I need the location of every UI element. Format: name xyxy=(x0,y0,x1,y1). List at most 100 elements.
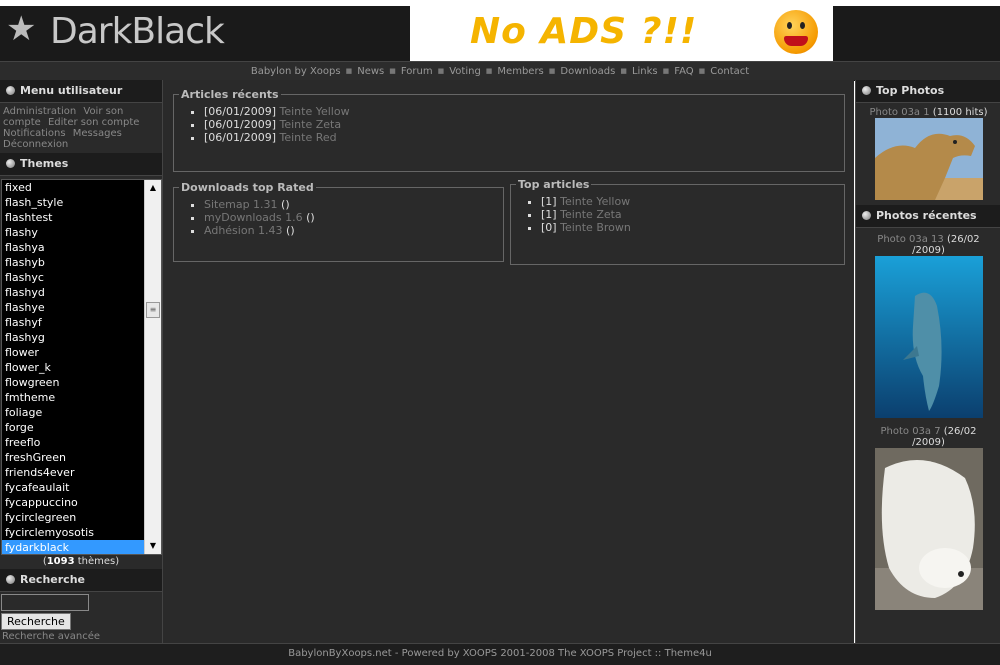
user-menu-link[interactable]: Déconnexion xyxy=(3,139,68,150)
theme-option[interactable]: fycappuccino xyxy=(2,495,145,510)
theme-option[interactable]: flashyd xyxy=(2,285,145,300)
site-logo[interactable]: ★ DarkBlack xyxy=(0,6,410,61)
bullet-icon xyxy=(6,159,15,168)
article-link[interactable]: Teinte Yellow xyxy=(279,105,349,118)
user-menu-link[interactable]: Messages xyxy=(73,128,122,139)
theme-option[interactable]: fmtheme xyxy=(2,390,145,405)
theme-option[interactable]: fycirclemyosotis xyxy=(2,525,145,540)
top-articles-box: Top articles [1] Teinte Yellow[1] Teinte… xyxy=(510,178,845,265)
recent-photo-2-caption[interactable]: Photo 03a 7 (26/02/2009) xyxy=(856,426,1000,448)
theme-option[interactable]: freeflo xyxy=(2,435,145,450)
nav-separator-icon: ■ xyxy=(698,67,706,75)
article-hit-count: [1] xyxy=(541,208,557,221)
theme-option[interactable]: flashyf xyxy=(2,315,145,330)
dolphin-photo[interactable] xyxy=(874,256,983,418)
user-menu-link[interactable]: Notifications xyxy=(3,128,66,139)
right-sidebar: Top Photos Photo 03a 1 (1100 hits) Photo… xyxy=(855,80,1000,643)
theme-option[interactable]: flower_k xyxy=(2,360,145,375)
theme-option[interactable]: freshGreen xyxy=(2,450,145,465)
download-item: Adhésion 1.43 () xyxy=(204,224,503,237)
user-menu-link[interactable]: Editer son compte xyxy=(48,117,139,128)
theme-option[interactable]: friends4ever xyxy=(2,465,145,480)
theme-option[interactable]: flashy xyxy=(2,225,145,240)
scroll-down-arrow-icon[interactable]: ▼ xyxy=(145,539,161,553)
theme-option[interactable]: fydarkblack xyxy=(2,540,145,554)
theme-option[interactable]: flashya xyxy=(2,240,145,255)
header: ★ DarkBlack No ADS ?!! xyxy=(0,6,1000,61)
bullet-icon xyxy=(862,86,871,95)
search-button[interactable]: Recherche xyxy=(1,613,71,630)
top-articles-title: Top articles xyxy=(518,178,590,191)
advanced-search-link[interactable]: Recherche avancée xyxy=(0,631,162,642)
top-article-item: [1] Teinte Yellow xyxy=(541,195,844,208)
polar-bear-photo[interactable] xyxy=(874,448,983,610)
recent-article-item: [06/01/2009] Teinte Zeta xyxy=(204,118,844,131)
download-link[interactable]: myDownloads 1.6 xyxy=(204,211,303,224)
recent-article-item: [06/01/2009] Teinte Yellow xyxy=(204,105,844,118)
article-link[interactable]: Teinte Zeta xyxy=(560,208,622,221)
recent-articles-box: Articles récents [06/01/2009] Teinte Yel… xyxy=(173,88,845,172)
main-nav: Babylon by Xoops ■ News ■ Forum ■ Voting ■ Membe… xyxy=(0,61,1000,81)
article-hit-count: [0] xyxy=(541,221,557,234)
theme-count: (1093 thèmes) xyxy=(42,556,120,567)
article-link[interactable]: Teinte Yellow xyxy=(560,195,630,208)
nav-separator-icon: ■ xyxy=(662,67,670,75)
theme-option[interactable]: flashyc xyxy=(2,270,145,285)
search-input[interactable] xyxy=(1,594,89,611)
nav-separator-icon: ■ xyxy=(345,67,353,75)
theme-option[interactable]: flashyb xyxy=(2,255,145,270)
theme-option[interactable]: flower xyxy=(2,345,145,360)
star-logo-icon: ★ xyxy=(6,9,37,49)
nav-item-news[interactable]: News xyxy=(357,66,384,77)
nav-item-links[interactable]: Links xyxy=(632,66,658,77)
nav-separator-icon: ■ xyxy=(620,67,627,75)
nav-item-forum[interactable]: Forum xyxy=(401,66,433,77)
download-link[interactable]: Adhésion 1.43 xyxy=(204,224,283,237)
nav-separator-icon: ■ xyxy=(437,67,445,75)
theme-option[interactable]: flashye xyxy=(2,300,145,315)
scroll-thumb[interactable]: ≡ xyxy=(146,302,160,318)
user-menu-link[interactable]: Administration xyxy=(3,106,76,117)
theme-option[interactable]: forge xyxy=(2,420,145,435)
nav-item-faq[interactable]: FAQ xyxy=(674,66,693,77)
banner-text: No ADS ?!! xyxy=(470,11,698,52)
download-score: () xyxy=(286,224,295,237)
nav-item-contact[interactable]: Contact xyxy=(710,66,749,77)
left-sidebar: Menu utilisateur Administration Voir son… xyxy=(0,80,163,643)
bullet-icon xyxy=(6,86,15,95)
downloads-box: Downloads top Rated Sitemap 1.31 ()myDow… xyxy=(173,181,504,262)
search-title: Recherche xyxy=(0,569,162,592)
theme-option[interactable]: flowgreen xyxy=(2,375,145,390)
nav-item-babylon-by-xoops[interactable]: Babylon by Xoops xyxy=(251,66,341,77)
recent-photo-1-caption[interactable]: Photo 03a 13 (26/02/2009) xyxy=(856,234,1000,256)
theme-option[interactable]: flashtest xyxy=(2,210,145,225)
main-content: Articles récents [06/01/2009] Teinte Yel… xyxy=(163,80,854,643)
nav-item-members[interactable]: Members xyxy=(497,66,543,77)
camel-photo[interactable] xyxy=(874,118,983,200)
top-article-item: [1] Teinte Zeta xyxy=(541,208,844,221)
download-score: () xyxy=(306,211,315,224)
scroll-up-arrow-icon[interactable]: ▲ xyxy=(145,181,161,195)
download-link[interactable]: Sitemap 1.31 xyxy=(204,198,278,211)
nav-separator-icon: ■ xyxy=(485,67,493,75)
nav-item-voting[interactable]: Voting xyxy=(449,66,481,77)
theme-option[interactable]: flashyg xyxy=(2,330,145,345)
theme-list-scrollbar[interactable]: ▲ ≡ ▼ xyxy=(144,180,161,554)
nav-item-downloads[interactable]: Downloads xyxy=(560,66,615,77)
theme-option[interactable]: fycirclegreen xyxy=(2,510,145,525)
recent-photos-title: Photos récentes xyxy=(856,205,1000,228)
theme-option[interactable]: foliage xyxy=(2,405,145,420)
downloads-title: Downloads top Rated xyxy=(181,181,314,194)
footer: BabylonByXoops.net - Powered by XOOPS 20… xyxy=(0,643,1000,665)
theme-option[interactable]: flash_style xyxy=(2,195,145,210)
theme-select-list[interactable]: fixed flash_style flashtest flashy flashya fl… xyxy=(1,179,162,555)
theme-option[interactable]: fycafeaulait xyxy=(2,480,145,495)
theme-option[interactable]: fixed xyxy=(2,180,145,195)
article-link[interactable]: Teinte Red xyxy=(279,131,336,144)
ad-banner[interactable]: No ADS ?!! xyxy=(410,6,833,61)
article-link[interactable]: Teinte Zeta xyxy=(279,118,341,131)
recent-articles-title: Articles récents xyxy=(181,88,279,101)
nav-separator-icon: ■ xyxy=(548,67,556,75)
top-photo-caption[interactable]: Photo 03a 1 (1100 hits) xyxy=(856,107,1000,118)
article-link[interactable]: Teinte Brown xyxy=(560,221,631,234)
